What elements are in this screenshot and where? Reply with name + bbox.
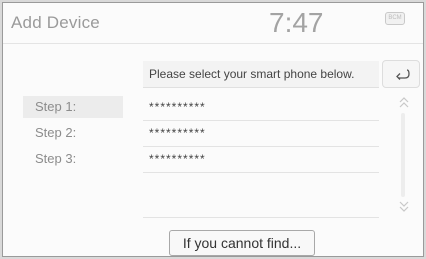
step-2-label: Step 2: (35, 125, 77, 140)
clock: 7:47 (269, 7, 324, 38)
screen-title: Add Device (11, 13, 100, 32)
back-button[interactable] (382, 60, 420, 88)
cannot-find-button[interactable]: If you cannot find... (169, 230, 315, 256)
row-divider (143, 146, 379, 147)
step-3-device[interactable]: ********** (143, 148, 379, 170)
double-chevron-down-icon[interactable] (398, 199, 410, 213)
list-bottom-divider (143, 217, 379, 218)
step-2-device[interactable]: ********** (143, 122, 379, 144)
add-device-screen: Add Device 7:47 BCM Please select your s… (2, 2, 424, 257)
select-prompt: Please select your smart phone below. (143, 61, 379, 88)
row-divider (143, 172, 379, 173)
status-indicator: BCM (385, 12, 405, 25)
header-bar: Add Device 7:47 BCM (3, 3, 423, 44)
double-chevron-up-icon[interactable] (398, 96, 410, 110)
step-1-device[interactable]: ********** (143, 96, 379, 118)
step-1-label: Step 1: (23, 96, 123, 118)
back-arrow-icon (396, 69, 410, 80)
step-3-label: Step 3: (35, 151, 77, 166)
row-divider (143, 120, 379, 121)
scrollbar-track[interactable] (401, 113, 405, 197)
